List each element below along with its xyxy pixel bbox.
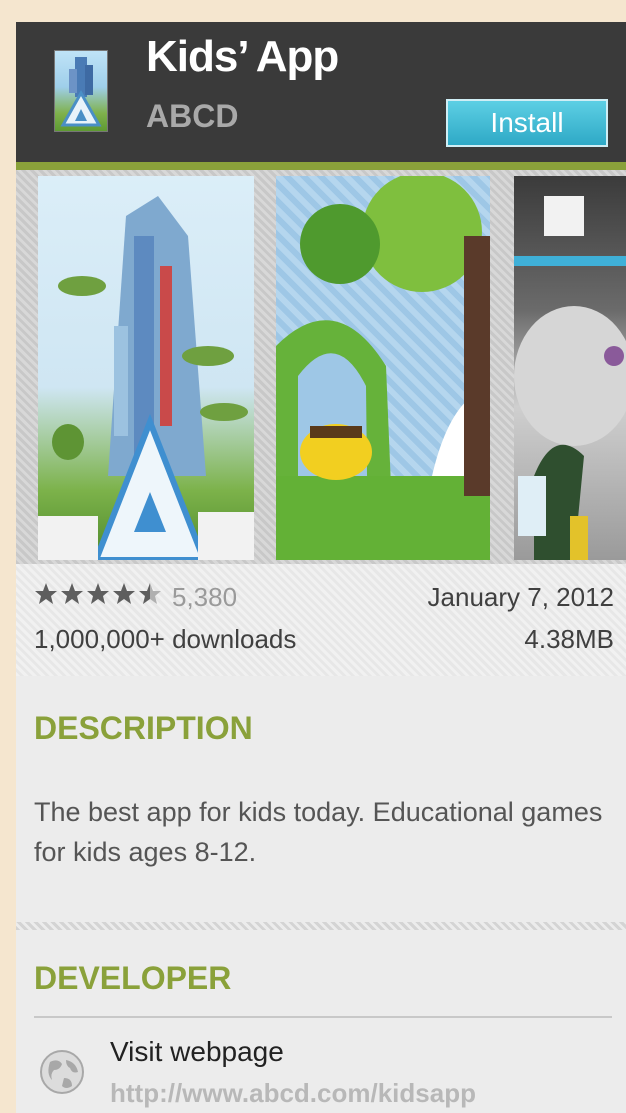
app-stats: 5,380 January 7, 2012 1,000,000+ downloa… <box>16 564 626 676</box>
screenshot-strip[interactable] <box>16 170 626 564</box>
rating-count: 5,380 <box>172 582 238 612</box>
developer-divider <box>34 1016 612 1018</box>
rating-stars <box>34 582 164 615</box>
file-size: 4.38MB <box>524 624 614 654</box>
visit-webpage-link[interactable]: Visit webpage <box>110 1036 284 1068</box>
developer-heading: DEVELOPER <box>34 960 232 996</box>
developer-url[interactable]: http://www.abcd.com/kidsapp <box>110 1078 476 1109</box>
screenshot-indoor-scene[interactable] <box>514 176 626 560</box>
description-heading: DESCRIPTION <box>34 710 253 746</box>
description-text: The best app for kids today. Educational… <box>34 797 603 867</box>
globe-icon[interactable] <box>38 1048 86 1096</box>
install-button[interactable]: Install <box>446 99 608 147</box>
screenshot-green-trees[interactable] <box>276 176 490 560</box>
section-divider <box>16 922 626 930</box>
release-date: January 7, 2012 <box>427 582 614 612</box>
app-header: Kids’ App ABCD Install <box>16 22 626 162</box>
header-accent-rule <box>16 162 626 170</box>
app-icon <box>54 50 108 132</box>
screenshot-tower-city[interactable] <box>38 176 254 560</box>
download-count: 1,000,000+ downloads <box>34 624 297 654</box>
app-developer-name[interactable]: ABCD <box>146 98 238 135</box>
app-store-page: Kids’ App ABCD Install 5,380 January 7, … <box>16 22 626 1113</box>
app-title: Kids’ App <box>146 32 339 81</box>
